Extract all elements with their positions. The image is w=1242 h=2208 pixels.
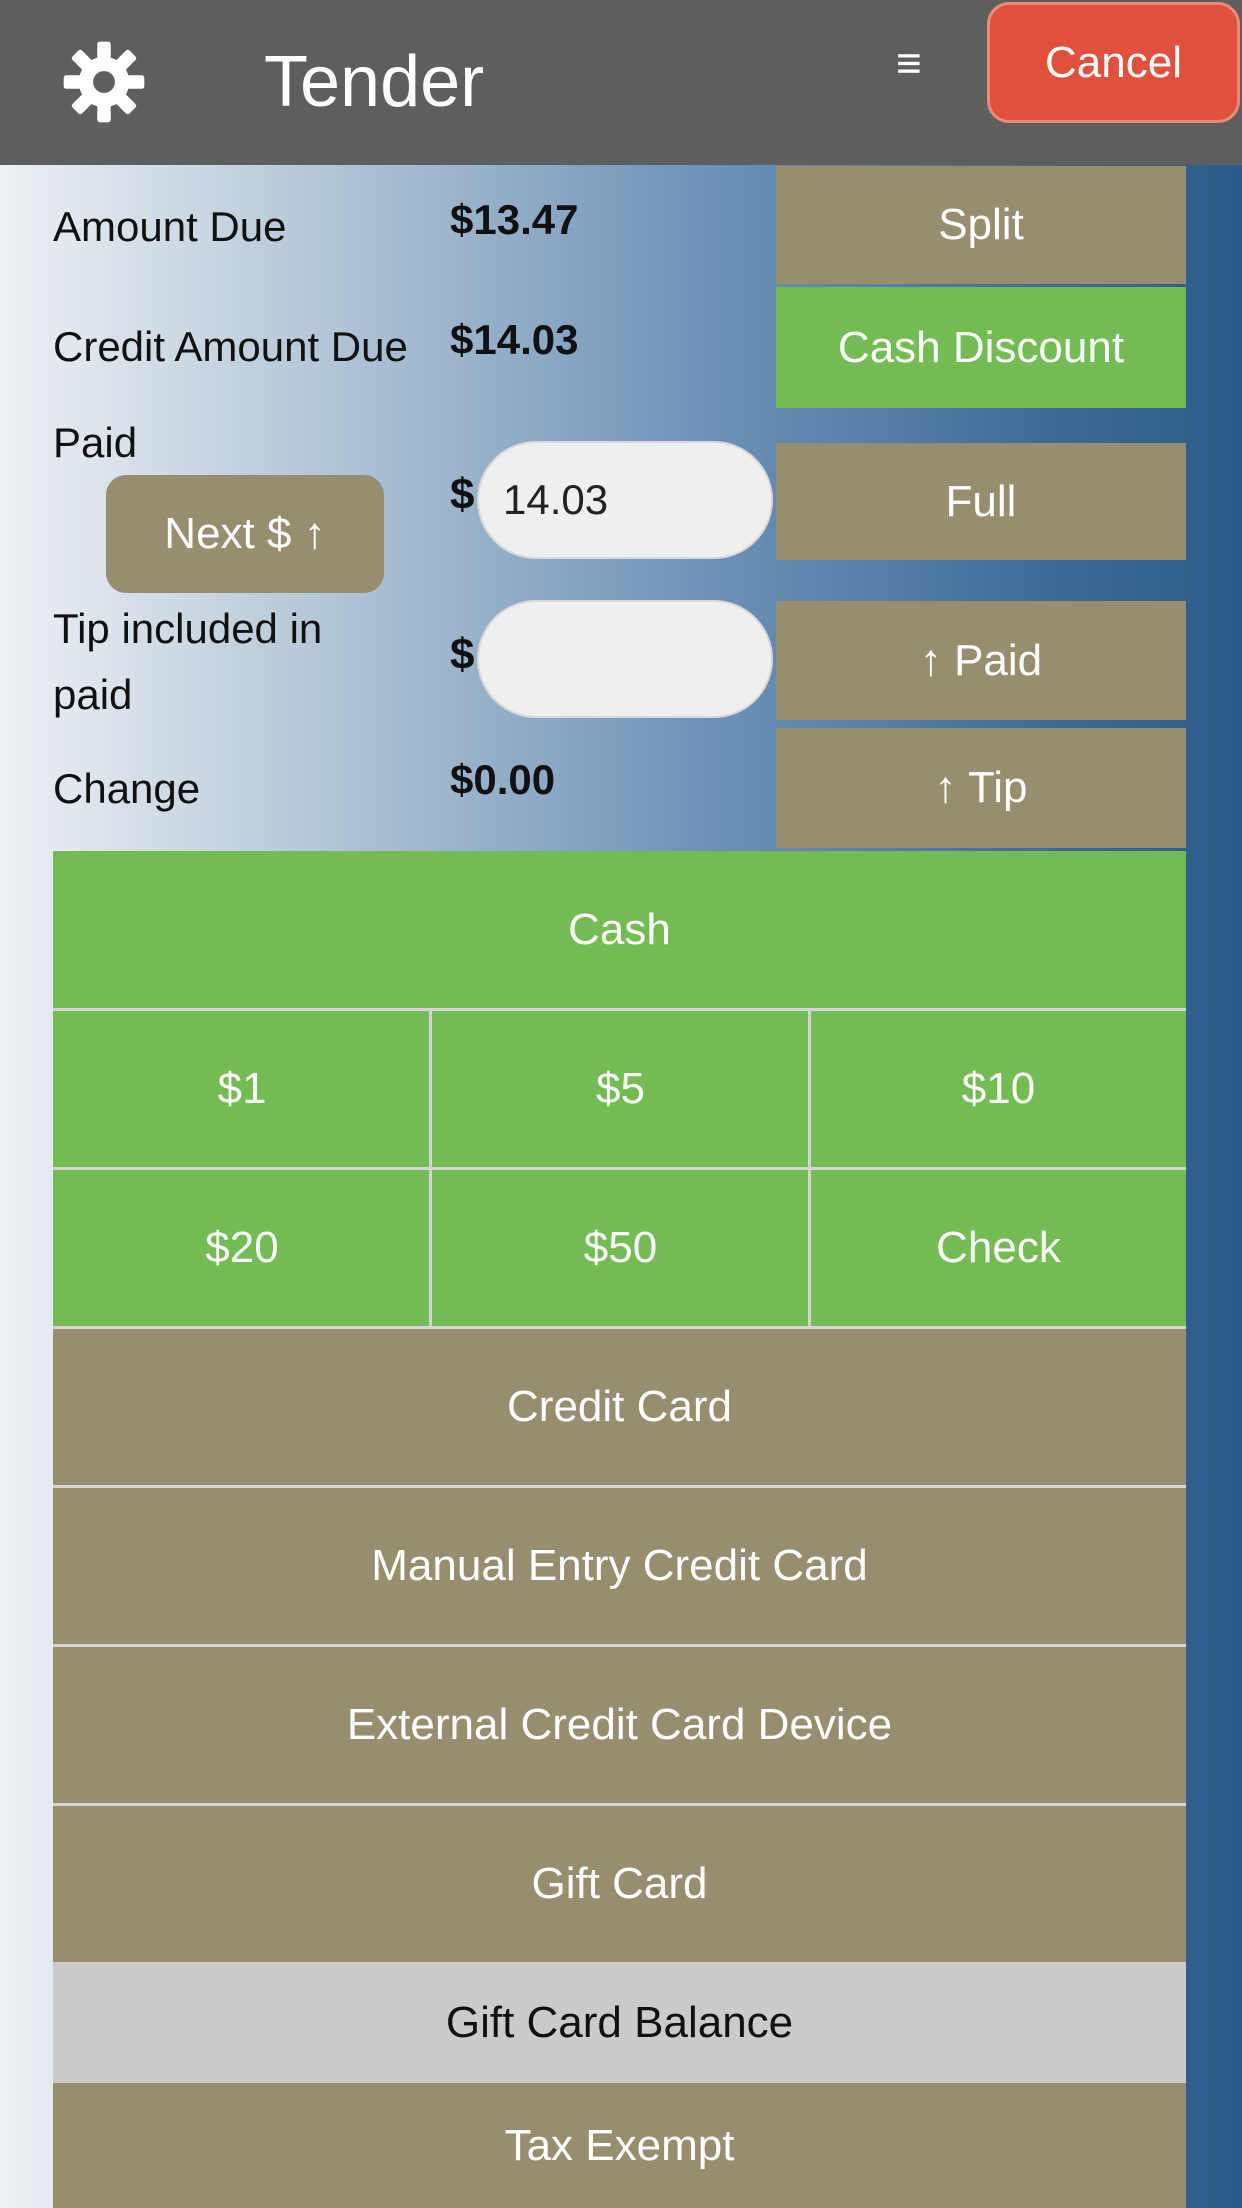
gear-icon[interactable] [62,40,146,124]
next-amount-button[interactable]: Next $ ↑ [106,475,384,593]
cash-20-button[interactable]: $20 [53,1167,431,1326]
page-title: Tender [264,42,485,122]
tip-label-line1: Tip included in [53,605,323,652]
tax-exempt-button[interactable]: Tax Exempt [53,2083,1186,2208]
credit-amount-due-label: Credit Amount Due [53,323,408,370]
paid-up-button[interactable]: ↑ Paid [776,601,1186,720]
gift-card-button[interactable]: Gift Card [53,1803,1186,1962]
manual-entry-credit-card-button[interactable]: Manual Entry Credit Card [53,1485,1186,1644]
amount-due-label: Amount Due [53,203,287,250]
change-label: Change [53,765,201,812]
cash-1-button[interactable]: $1 [53,1008,431,1167]
cash-50-button[interactable]: $50 [429,1167,809,1326]
check-button[interactable]: Check [808,1167,1186,1326]
menu-icon[interactable]: ≡ [896,42,922,86]
cash-discount-button[interactable]: Cash Discount [776,287,1186,408]
credit-amount-due-value: $14.03 [450,316,579,363]
paid-input[interactable] [477,441,773,559]
paid-label: Paid [53,419,138,466]
cash-button[interactable]: Cash [53,851,1186,1008]
cash-10-button[interactable]: $10 [808,1008,1186,1167]
tip-currency: $ [450,630,475,679]
amount-due-value: $13.47 [450,196,579,243]
credit-card-button[interactable]: Credit Card [53,1326,1186,1485]
tip-up-button[interactable]: ↑ Tip [776,728,1186,848]
tip-input[interactable] [477,600,773,718]
app-header: Tender ≡ Cancel [0,0,1242,165]
cash-5-button[interactable]: $5 [429,1008,809,1167]
change-value: $0.00 [450,756,556,803]
external-credit-card-device-button[interactable]: External Credit Card Device [53,1644,1186,1803]
cancel-button[interactable]: Cancel [987,2,1240,123]
full-button[interactable]: Full [776,443,1186,560]
paid-currency: $ [450,470,475,519]
tip-label-line2: paid [53,671,133,718]
gift-card-balance-button[interactable]: Gift Card Balance [53,1962,1186,2083]
split-button[interactable]: Split [776,166,1186,284]
